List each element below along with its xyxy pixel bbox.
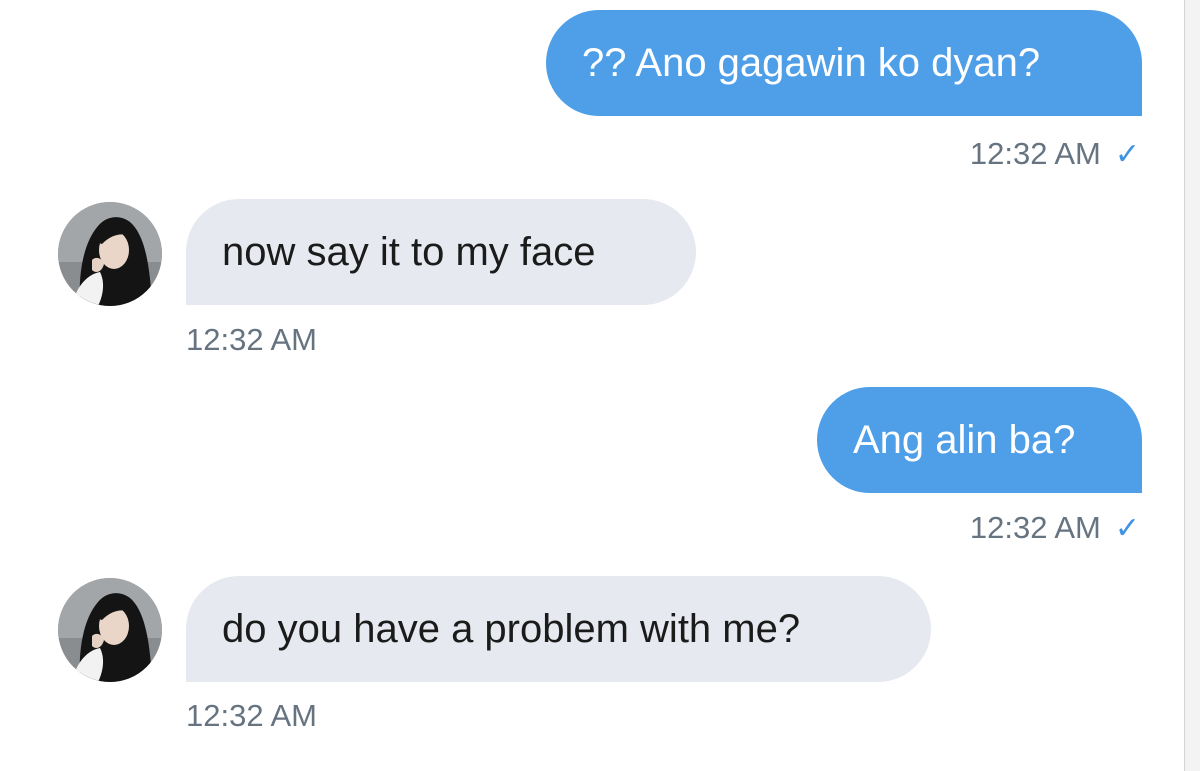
check-icon: ✓ <box>1114 512 1140 545</box>
message-text: do you have a problem with me? <box>222 607 801 651</box>
check-icon: ✓ <box>1114 138 1140 171</box>
avatar[interactable] <box>58 578 162 682</box>
scrollbar-track[interactable] <box>1184 0 1200 771</box>
received-message-bubble[interactable]: now say it to my face <box>186 199 696 305</box>
message-timestamp: 12:32 AM <box>186 322 317 358</box>
message-timestamp: 12:32 AM ✓ <box>970 510 1140 546</box>
message-text: Ang alin ba? <box>853 418 1076 462</box>
timestamp-text: 12:32 AM <box>969 510 1101 545</box>
message-timestamp: 12:32 AM ✓ <box>970 136 1140 172</box>
avatar[interactable] <box>58 202 162 306</box>
sent-message-bubble[interactable]: Ang alin ba? <box>817 387 1142 493</box>
sent-message-bubble[interactable]: ?? Ano gagawin ko dyan? <box>546 10 1142 116</box>
avatar-photo <box>58 202 162 306</box>
message-timestamp: 12:32 AM <box>186 698 317 734</box>
avatar-photo <box>58 578 162 682</box>
message-text: now say it to my face <box>222 230 596 274</box>
timestamp-text: 12:32 AM <box>969 136 1101 171</box>
timestamp-text: 12:32 AM <box>186 322 317 357</box>
message-text: ?? Ano gagawin ko dyan? <box>582 41 1041 85</box>
received-message-bubble[interactable]: do you have a problem with me? <box>186 576 931 682</box>
timestamp-text: 12:32 AM <box>186 698 317 733</box>
message-thread: ?? Ano gagawin ko dyan? 12:32 AM ✓ now sa… <box>0 0 1200 771</box>
